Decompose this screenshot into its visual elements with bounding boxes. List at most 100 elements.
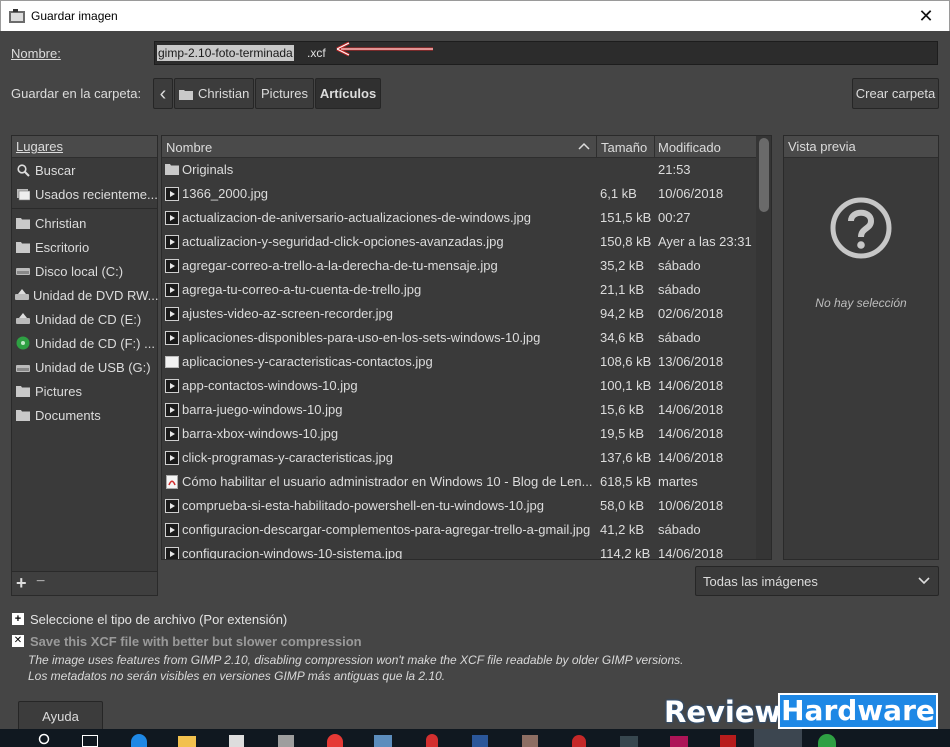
- word-icon[interactable]: [472, 735, 488, 747]
- gimp-taskbar-button[interactable]: [754, 729, 802, 747]
- file-name: configuracion-descargar-complementos-par…: [182, 522, 591, 537]
- name-label: Nombre:: [11, 46, 61, 61]
- app-icon[interactable]: [374, 735, 392, 747]
- scrollbar-thumb[interactable]: [759, 138, 769, 212]
- places-header[interactable]: Lugares: [12, 136, 157, 158]
- task-view-icon[interactable]: [82, 735, 98, 747]
- file-size: 100,1 kB: [600, 378, 652, 393]
- image-icon: [165, 259, 179, 273]
- explorer-icon[interactable]: [178, 736, 196, 747]
- image-icon: [165, 547, 179, 559]
- place-recent[interactable]: Usados recienteme...: [12, 182, 158, 206]
- help-button[interactable]: Ayuda: [18, 701, 103, 731]
- app-icon[interactable]: [522, 735, 538, 747]
- place-escritorio[interactable]: Escritorio: [12, 235, 158, 259]
- place-dvd[interactable]: Unidad de DVD RW...: [12, 283, 158, 307]
- file-size: 137,6 kB: [600, 450, 652, 465]
- compression-checkbox-row[interactable]: ✕ Save this XCF file with better but slo…: [12, 634, 712, 652]
- app-icon[interactable]: [620, 736, 638, 747]
- compression-checkbox[interactable]: ✕: [12, 635, 24, 647]
- recent-icon: [15, 188, 31, 201]
- file-row[interactable]: ajustes-video-az-screen-recorder.jpg 94,2…: [162, 302, 756, 326]
- file-name: Cómo habilitar el usuario administrador …: [182, 474, 593, 489]
- close-button[interactable]: ✕: [911, 3, 941, 29]
- place-pictures[interactable]: Pictures: [12, 379, 158, 403]
- file-row[interactable]: configuracion-descargar-complementos-par…: [162, 518, 756, 542]
- file-row[interactable]: agrega-tu-correo-a-tu-cuenta-de-trello.j…: [162, 278, 756, 302]
- place-christian[interactable]: Christian: [12, 211, 158, 235]
- file-modified: 14/06/2018: [658, 402, 724, 417]
- folder-label-text: Guardar en la carpeta:: [11, 86, 142, 101]
- place-disco-c[interactable]: Disco local (C:): [12, 259, 158, 283]
- watermark-hardware: Hardware: [778, 693, 938, 729]
- column-name[interactable]: Nombre: [162, 136, 597, 158]
- place-usb[interactable]: Unidad de USB (G:): [12, 355, 158, 379]
- file-size: 41,2 kB: [600, 522, 645, 537]
- taskbar-search-icon[interactable]: [38, 733, 52, 747]
- file-name: actualizacion-de-aniversario-actualizaci…: [182, 210, 532, 225]
- file-row[interactable]: barra-juego-windows-10.jpg 15,6 kB 14/06/2…: [162, 398, 756, 422]
- file-modified: 10/06/2018: [658, 186, 724, 201]
- places-list: Buscar Usados recienteme... Christian Es…: [12, 158, 158, 568]
- store-icon[interactable]: [229, 735, 244, 747]
- create-folder-button[interactable]: Crear carpeta: [852, 78, 939, 109]
- file-list-header: Nombre Tamaño Modificado: [162, 136, 771, 158]
- path-back-button[interactable]: ‹: [153, 78, 173, 109]
- file-modified: Ayer a las 23:31: [658, 234, 752, 249]
- app-icon[interactable]: [278, 735, 294, 747]
- image-icon: [165, 403, 179, 417]
- file-row[interactable]: aplicaciones-y-caracteristicas-contactos…: [162, 350, 756, 374]
- place-documents[interactable]: Documents: [12, 403, 158, 427]
- crumb-pictures[interactable]: Pictures: [255, 78, 314, 109]
- file-size: 618,5 kB: [600, 474, 652, 489]
- file-size: 34,6 kB: [600, 330, 645, 345]
- usb-icon: [15, 361, 31, 373]
- file-list-scrollbar[interactable]: [756, 136, 771, 559]
- place-label: Usados recienteme...: [35, 186, 158, 202]
- file-name: click-programas-y-caracteristicas.jpg: [182, 450, 393, 465]
- chrome-icon[interactable]: [327, 734, 343, 747]
- place-cd-e[interactable]: Unidad de CD (E:): [12, 307, 158, 331]
- file-row[interactable]: aplicaciones-disponibles-para-uso-en-los…: [162, 326, 756, 350]
- column-size[interactable]: Tamaño: [597, 136, 655, 158]
- opera-icon[interactable]: [426, 734, 438, 747]
- file-row[interactable]: app-contactos-windows-10.jpg 100,1 kB 14/0…: [162, 374, 756, 398]
- places-header-label: Lugares: [16, 139, 63, 154]
- file-size: 21,1 kB: [600, 282, 645, 297]
- file-row[interactable]: click-programas-y-caracteristicas.jpg 137…: [162, 446, 756, 470]
- cd-icon: [15, 313, 31, 325]
- edge-icon[interactable]: [131, 734, 147, 747]
- remove-bookmark-icon[interactable]: −: [36, 573, 45, 591]
- image-icon: [165, 187, 179, 201]
- create-folder-label: Crear carpeta: [855, 86, 936, 101]
- file-row[interactable]: barra-xbox-windows-10.jpg 19,5 kB 14/06/20…: [162, 422, 756, 446]
- column-modified[interactable]: Modificado: [655, 136, 755, 158]
- file-size: 58,0 kB: [600, 498, 645, 513]
- place-label: Unidad de DVD RW...: [33, 287, 158, 303]
- app-icon[interactable]: [720, 735, 736, 747]
- file-filter-dropdown[interactable]: Todas las imágenes: [695, 566, 939, 596]
- file-rows: Originals 21:53 1366_2000.jpg 6,1 kB 10/06/2…: [162, 158, 771, 559]
- place-buscar[interactable]: Buscar: [12, 158, 158, 182]
- file-row[interactable]: actualizacion-y-seguridad-click-opciones…: [162, 230, 756, 254]
- file-row[interactable]: Cómo habilitar el usuario administrador …: [162, 470, 756, 494]
- blank-image-icon: [165, 355, 179, 369]
- file-row[interactable]: configuracion-windows-10-sistema.jpg 114,…: [162, 542, 756, 559]
- add-bookmark-icon[interactable]: +: [16, 573, 27, 594]
- image-icon: [165, 283, 179, 297]
- file-modified: 21:53: [658, 162, 691, 177]
- file-row[interactable]: 1366_2000.jpg 6,1 kB 10/06/2018: [162, 182, 756, 206]
- crumb-christian[interactable]: Christian: [174, 78, 254, 109]
- file-modified: sábado: [658, 258, 701, 273]
- crumb-articulos[interactable]: Artículos: [315, 78, 381, 109]
- app-icon[interactable]: [572, 735, 586, 747]
- file-row[interactable]: Originals 21:53: [162, 158, 756, 182]
- app-icon[interactable]: [818, 734, 836, 747]
- file-row[interactable]: agregar-correo-a-trello-a-la-derecha-de-…: [162, 254, 756, 278]
- file-row[interactable]: actualizacion-de-aniversario-actualizaci…: [162, 206, 756, 230]
- place-cd-f[interactable]: Unidad de CD (F:) ...: [12, 331, 158, 355]
- compression-note: The image uses features from GIMP 2.10, …: [28, 653, 684, 667]
- file-row[interactable]: comprueba-si-esta-habilitado-powershell-…: [162, 494, 756, 518]
- file-type-expander[interactable]: + Seleccione el tipo de archivo (Por ext…: [12, 612, 712, 630]
- app-icon[interactable]: [670, 736, 688, 747]
